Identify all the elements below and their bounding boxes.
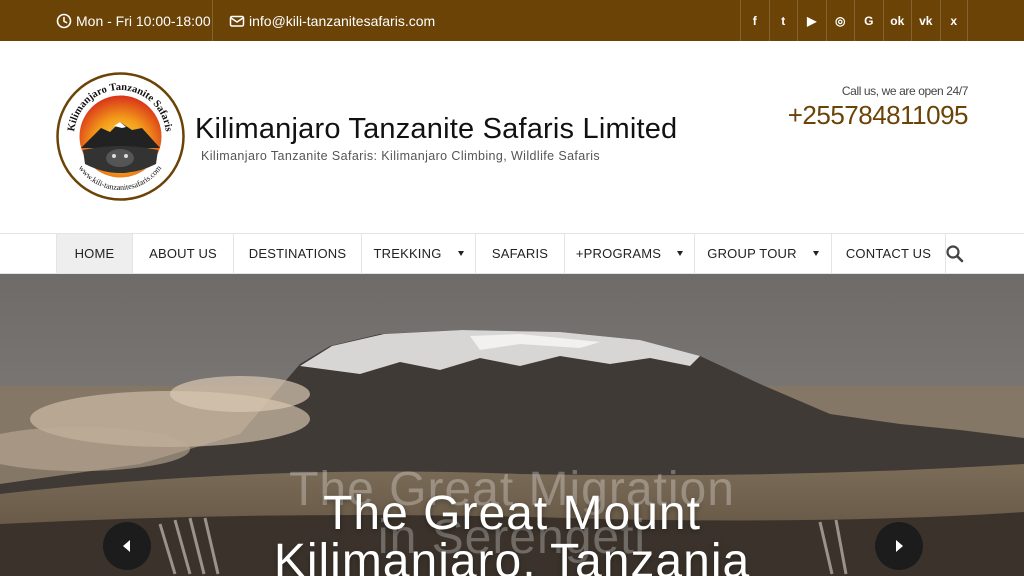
- chevron-right-icon: [896, 540, 903, 552]
- site-logo[interactable]: Kilimanjaro Tanzanite Safaris www.kili-t…: [56, 72, 185, 201]
- nav-item-safaris[interactable]: SAFARIS: [475, 234, 564, 273]
- call-us-label: Call us, we are open 24/7: [841, 84, 968, 98]
- office-hours: Mon - Fri 10:00-18:00: [56, 0, 211, 41]
- slide-caption-line-2: Kilimanjaro, Tanzania: [273, 535, 751, 576]
- nav-item-programs[interactable]: +PROGRAMS: [564, 234, 694, 273]
- office-hours-text: Mon - Fri 10:00-18:00: [76, 12, 211, 29]
- email-link[interactable]: info@kili-tanzanitesafaris.com: [229, 0, 435, 41]
- nav-item-about-us[interactable]: ABOUT US: [132, 234, 233, 273]
- instagram-icon[interactable]: ◎: [825, 0, 855, 41]
- phone-number[interactable]: +255784811095: [788, 100, 969, 131]
- slider-prev-button[interactable]: [103, 522, 151, 570]
- site-tagline: Kilimanjaro Tanzanite Safaris: Kilimanja…: [201, 149, 601, 163]
- google-plus-icon[interactable]: G: [854, 0, 883, 41]
- slider-next-button[interactable]: [875, 522, 923, 570]
- hero-slider: The Great Migration in Serengeti The Gre…: [0, 274, 1024, 576]
- facebook-icon[interactable]: f: [740, 0, 769, 41]
- email-text[interactable]: info@kili-tanzanitesafaris.com: [249, 13, 435, 29]
- xing-icon[interactable]: x: [939, 0, 968, 41]
- nav-item-destinations[interactable]: DESTINATIONS: [233, 234, 361, 273]
- divider: [212, 0, 213, 41]
- clock-icon: [56, 13, 72, 28]
- social-links: f t ▶ ◎ G ok vk x: [740, 0, 968, 41]
- dropdown-caret-icon: [677, 251, 684, 256]
- nav-item-contact-us[interactable]: CONTACT US: [831, 234, 946, 273]
- nav-item-home[interactable]: HOME: [56, 234, 132, 273]
- odnoklassniki-icon[interactable]: ok: [882, 0, 912, 41]
- dropdown-caret-icon: [812, 251, 819, 256]
- slide-caption-line-1: The Great Mount: [323, 487, 701, 540]
- nav-item-group-tour[interactable]: GROUP TOUR: [694, 234, 831, 273]
- nav-item-trekking[interactable]: TREKKING: [361, 234, 475, 273]
- youtube-icon[interactable]: ▶: [797, 0, 826, 41]
- search-icon[interactable]: [945, 244, 965, 264]
- envelope-icon: [229, 15, 245, 27]
- site-title[interactable]: Kilimanjaro Tanzanite Safaris Limited: [195, 113, 677, 146]
- vk-icon[interactable]: vk: [911, 0, 940, 41]
- top-bar: Mon - Fri 10:00-18:00 info@kili-tanzanit…: [0, 0, 1024, 41]
- main-navigation: HOME ABOUT US DESTINATIONS TREKKING SAFA…: [0, 233, 1024, 274]
- chevron-left-icon: [123, 540, 130, 552]
- dropdown-caret-icon: [457, 251, 464, 256]
- twitter-icon[interactable]: t: [768, 0, 798, 41]
